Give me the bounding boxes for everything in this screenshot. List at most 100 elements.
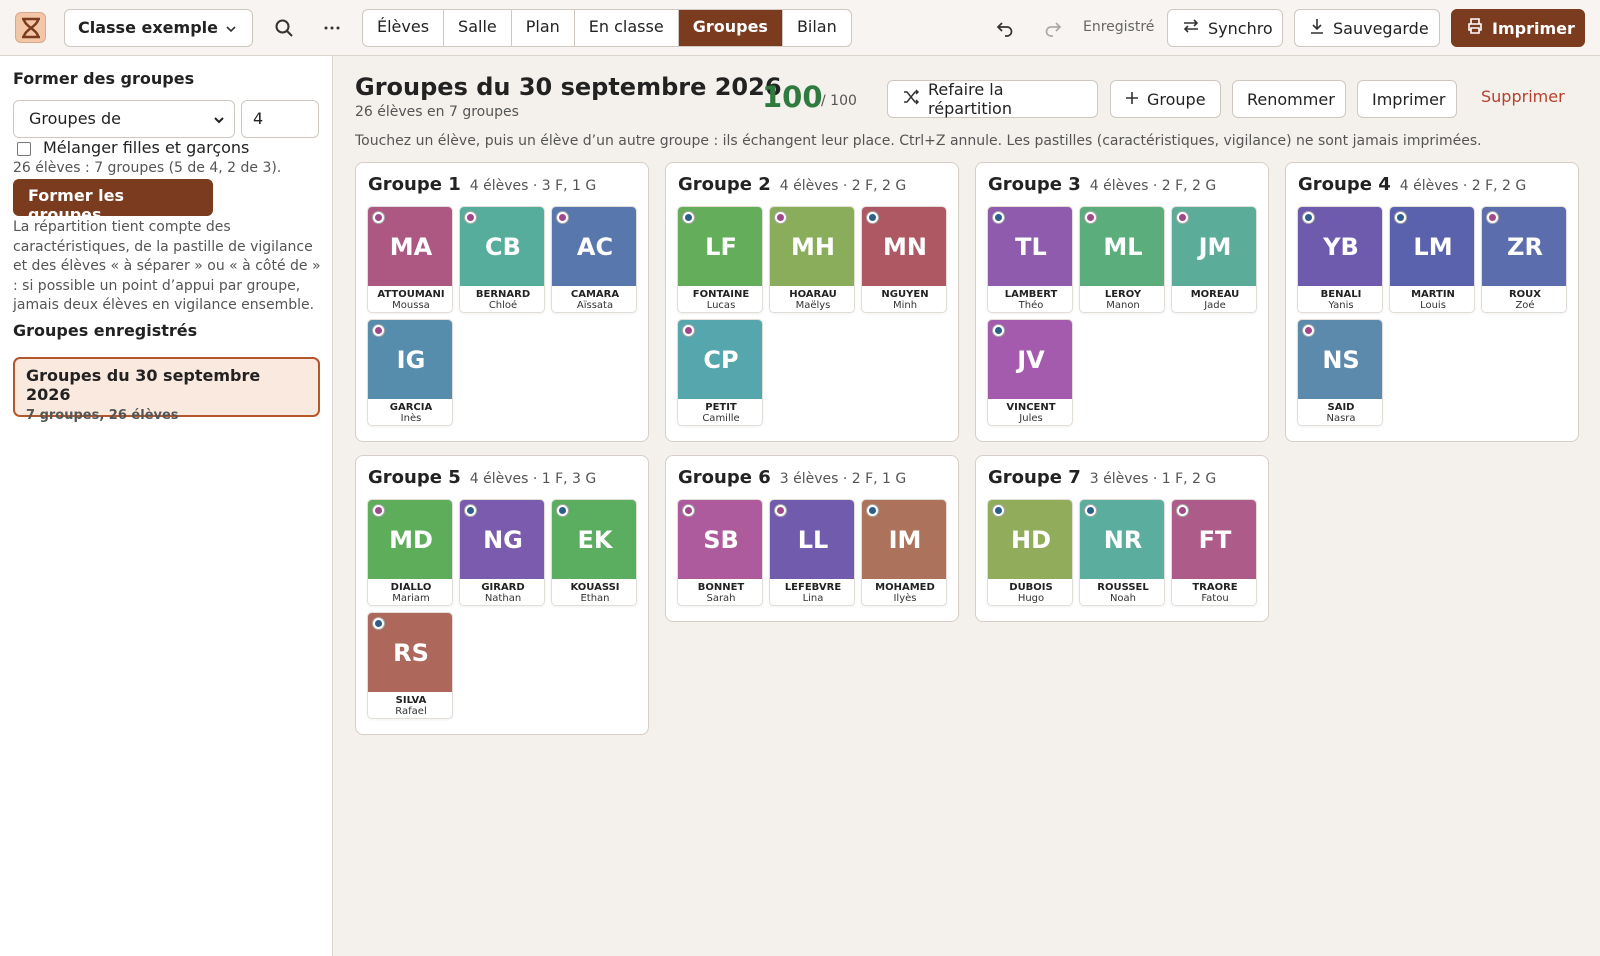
student-card[interactable]: ZR ROUX Zoé: [1481, 206, 1567, 313]
student-first-name: Louis: [1420, 300, 1446, 311]
download-icon: [1309, 17, 1325, 39]
student-card[interactable]: CP PETIT Camille: [677, 319, 763, 426]
group-header: Groupe 7 3 élèves · 1 F, 2 G: [988, 467, 1216, 488]
tab-en-classe[interactable]: En classe: [575, 10, 679, 46]
student-card[interactable]: LF FONTAINE Lucas: [677, 206, 763, 313]
tab-groupes[interactable]: Groupes: [678, 10, 783, 46]
add-group-button[interactable]: Groupe: [1110, 80, 1221, 118]
student-first-name: Hugo: [1017, 593, 1045, 604]
swap-hint: Touchez un élève, puis un élève d’un aut…: [355, 133, 1482, 149]
group-meta: 4 élèves · 2 F, 2 G: [1089, 178, 1217, 194]
student-first-name: Camille: [702, 413, 740, 424]
student-card[interactable]: MA ATTOUMANI Moussa: [367, 206, 453, 313]
delete-button[interactable]: Supprimer: [1481, 87, 1565, 106]
sync-icon: [1182, 17, 1200, 39]
tab-bilan[interactable]: Bilan: [783, 10, 851, 46]
student-last-name: MOHAMED: [875, 582, 935, 593]
student-last-name: ROUX: [1508, 289, 1542, 300]
student-card[interactable]: IM MOHAMED Ilyès: [861, 499, 947, 606]
student-card[interactable]: ML LEROY Manon: [1079, 206, 1165, 313]
student-card[interactable]: JV VINCENT Jules: [987, 319, 1073, 426]
form-groups-heading: Former des groupes: [13, 69, 195, 88]
mix-gender-option[interactable]: Mélanger filles et garçons: [17, 138, 249, 157]
group-mode-select[interactable]: Groupes de: [13, 100, 235, 138]
student-card[interactable]: MD DIALLO Mariam: [367, 499, 453, 606]
student-card[interactable]: CB BERNARD Chloé: [459, 206, 545, 313]
group-name[interactable]: Groupe 3: [988, 174, 1081, 195]
redo-icon[interactable]: [1039, 14, 1067, 42]
print-button[interactable]: Imprimer: [1451, 9, 1585, 47]
vigilance-dot-icon: [1176, 504, 1189, 517]
student-card[interactable]: SB BONNET Sarah: [677, 499, 763, 606]
student-card[interactable]: RS SILVA Rafael: [367, 612, 453, 719]
student-card[interactable]: IG GARCIA Inès: [367, 319, 453, 426]
group-panel: Groupe 5 4 élèves · 1 F, 3 G MD DIALLO Maria…: [355, 455, 649, 735]
vigilance-dot-icon: [372, 504, 385, 517]
reshuffle-button[interactable]: Refaire la répartition: [887, 80, 1098, 118]
group-size-input[interactable]: 4: [241, 100, 319, 138]
student-card[interactable]: MN NGUYEN Minh: [861, 206, 947, 313]
class-selector[interactable]: Classe exemple: [64, 9, 253, 47]
form-groups-button[interactable]: Former les groupes: [13, 179, 213, 224]
student-card[interactable]: YB BENALI Yanis: [1297, 206, 1383, 313]
group-meta: 4 élèves · 1 F, 3 G: [469, 471, 597, 487]
student-last-name: DIALLO: [390, 582, 432, 593]
rename-button[interactable]: Renommer: [1232, 80, 1346, 118]
student-card[interactable]: JM MOREAU Jade: [1171, 206, 1257, 313]
student-card[interactable]: EK KOUASSI Ethan: [551, 499, 637, 606]
student-card[interactable]: LL LEFEBVRE Lina: [769, 499, 855, 606]
student-card[interactable]: AC CAMARA Aïssata: [551, 206, 637, 313]
sync-button[interactable]: Synchro: [1167, 9, 1283, 47]
score-value: 100: [762, 80, 823, 114]
group-header: Groupe 5 4 élèves · 1 F, 3 G: [368, 467, 596, 488]
student-card[interactable]: NR ROUSSEL Noah: [1079, 499, 1165, 606]
sidebar: Former des groupes Groupes de 4 Mélanger…: [0, 56, 333, 956]
group-name[interactable]: Groupe 1: [368, 174, 461, 195]
group-header: Groupe 4 4 élèves · 2 F, 2 G: [1298, 174, 1526, 195]
group-name[interactable]: Groupe 7: [988, 467, 1081, 488]
print-groups-button[interactable]: Imprimer: [1357, 80, 1457, 118]
student-first-name: Nasra: [1326, 413, 1356, 424]
vigilance-dot-icon: [464, 504, 477, 517]
group-name[interactable]: Groupe 4: [1298, 174, 1391, 195]
student-card[interactable]: MH HOARAU Maëlys: [769, 206, 855, 313]
student-card[interactable]: FT TRAORE Fatou: [1171, 499, 1257, 606]
mix-gender-checkbox[interactable]: [17, 142, 31, 156]
group-panel: Groupe 2 4 élèves · 2 F, 2 G LF FONTAINE Luc…: [665, 162, 959, 442]
group-name[interactable]: Groupe 5: [368, 467, 461, 488]
group-name[interactable]: Groupe 2: [678, 174, 771, 195]
vigilance-dot-icon: [1394, 211, 1407, 224]
group-name[interactable]: Groupe 6: [678, 467, 771, 488]
student-last-name: ROUSSEL: [1097, 582, 1149, 593]
tab-salle[interactable]: Salle: [444, 10, 512, 46]
group-header: Groupe 6 3 élèves · 2 F, 1 G: [678, 467, 906, 488]
student-card[interactable]: HD DUBOIS Hugo: [987, 499, 1073, 606]
vigilance-dot-icon: [1302, 211, 1315, 224]
tab-plan[interactable]: Plan: [512, 10, 575, 46]
student-last-name: CAMARA: [570, 289, 620, 300]
student-card[interactable]: TL LAMBERT Théo: [987, 206, 1073, 313]
vigilance-dot-icon: [372, 324, 385, 337]
student-card[interactable]: NG GIRARD Nathan: [459, 499, 545, 606]
search-icon[interactable]: [270, 14, 298, 42]
group-panel: Groupe 3 4 élèves · 2 F, 2 G TL LAMBERT Théo…: [975, 162, 1269, 442]
vigilance-dot-icon: [1176, 211, 1189, 224]
backup-button[interactable]: Sauvegarde: [1294, 9, 1440, 47]
undo-icon[interactable]: [991, 14, 1019, 42]
group-meta: 4 élèves · 2 F, 2 G: [779, 178, 907, 194]
student-card[interactable]: LM MARTIN Louis: [1389, 206, 1475, 313]
saved-group-item[interactable]: Groupes du 30 septembre 2026 7 groupes, …: [13, 357, 320, 423]
vigilance-dot-icon: [1486, 211, 1499, 224]
app-logo-icon[interactable]: [15, 12, 46, 43]
vigilance-dot-icon: [774, 504, 787, 517]
main-tabs: Élèves Salle Plan En classe Groupes Bila…: [362, 9, 852, 47]
more-icon[interactable]: [318, 14, 346, 42]
student-last-name: GARCIA: [389, 402, 433, 413]
vigilance-dot-icon: [774, 211, 787, 224]
tab-eleves[interactable]: Élèves: [363, 10, 445, 46]
student-card[interactable]: NS SAID Nasra: [1297, 319, 1383, 426]
group-meta: 3 élèves · 1 F, 2 G: [1089, 471, 1217, 487]
student-first-name: Fatou: [1201, 593, 1229, 604]
group-header: Groupe 3 4 élèves · 2 F, 2 G: [988, 174, 1216, 195]
vigilance-dot-icon: [372, 211, 385, 224]
